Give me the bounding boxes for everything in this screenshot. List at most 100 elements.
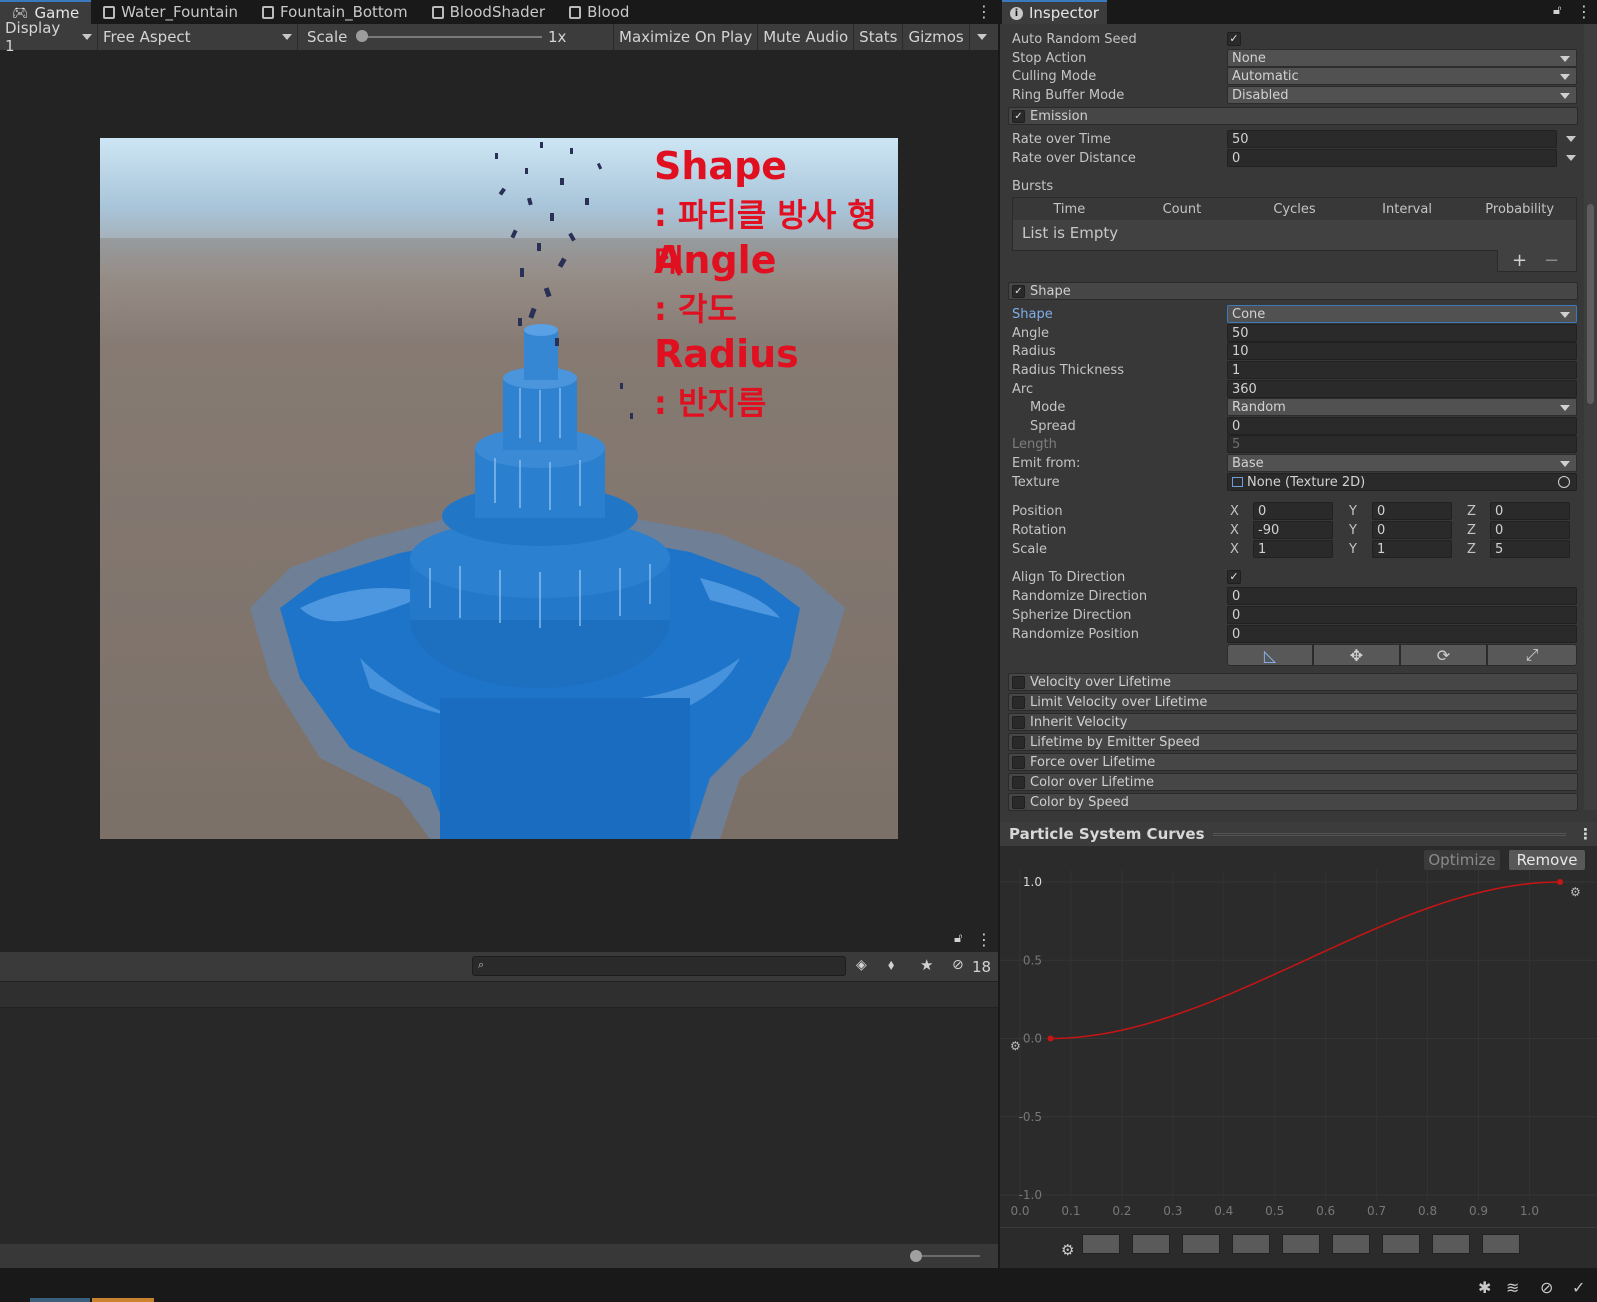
chevron-down-icon[interactable] bbox=[1566, 155, 1576, 161]
tab-blood[interactable]: Blood bbox=[557, 0, 641, 24]
emission-module-header[interactable]: ✓ Emission bbox=[1008, 107, 1578, 125]
gizmos-button[interactable]: Gizmos bbox=[903, 24, 970, 50]
tab-fountain-bottom[interactable]: Fountain_Bottom bbox=[250, 0, 420, 24]
radius-field[interactable]: 10 bbox=[1227, 342, 1577, 360]
preset-constant[interactable] bbox=[1082, 1234, 1120, 1254]
randomize-direction-field[interactable]: 0 bbox=[1227, 587, 1577, 605]
curve-editor[interactable]: ⚙ ⚙ 1.0 0.5 0.0 -0.5 -1.0 0.0 0.1 0.2 0.3 0.4 0.5… bbox=[1000, 870, 1597, 1230]
debug-bug-icon[interactable]: ✱ bbox=[1478, 1278, 1491, 1297]
curve-settings-icon[interactable]: ⚙ bbox=[1570, 885, 1581, 899]
scale-y-field[interactable]: 1 bbox=[1372, 540, 1452, 558]
aspect-dropdown[interactable]: Free Aspect bbox=[98, 24, 298, 50]
randomize-position-field[interactable]: 0 bbox=[1227, 625, 1577, 643]
mute-audio-button[interactable]: Mute Audio bbox=[758, 24, 855, 50]
edit-shape-button[interactable]: ◺ bbox=[1227, 644, 1313, 666]
module-checkbox[interactable] bbox=[1012, 715, 1025, 729]
module-checkbox[interactable] bbox=[1012, 775, 1025, 789]
maximize-on-play-button[interactable]: Maximize On Play bbox=[614, 24, 759, 50]
culling-mode-dropdown[interactable]: Automatic bbox=[1227, 67, 1577, 85]
remove-button[interactable]: Remove bbox=[1508, 849, 1586, 871]
preset-linear-down[interactable] bbox=[1182, 1234, 1220, 1254]
position-x-field[interactable]: 0 bbox=[1253, 502, 1333, 520]
preset-ease-in-down[interactable] bbox=[1282, 1234, 1320, 1254]
chevron-down-icon[interactable] bbox=[1566, 136, 1576, 142]
rotation-z-field[interactable]: 0 bbox=[1490, 521, 1570, 539]
gear-icon[interactable]: ⚙ bbox=[1061, 1241, 1074, 1259]
zoom-slider-handle[interactable] bbox=[910, 1250, 922, 1262]
preset-ease-in[interactable] bbox=[1232, 1234, 1270, 1254]
arc-spread-field[interactable]: 0 bbox=[1227, 417, 1577, 435]
filter-type-icon[interactable]: ◈ bbox=[856, 957, 867, 973]
texture-object-field[interactable]: None (Texture 2D) bbox=[1227, 473, 1577, 491]
preset-linear-up[interactable] bbox=[1132, 1234, 1170, 1254]
rate-over-distance-field[interactable]: 0 bbox=[1227, 149, 1557, 167]
curve-key-start[interactable] bbox=[1047, 1035, 1054, 1042]
hidden-packages-icon[interactable]: ⊘ bbox=[952, 957, 964, 973]
emit-from-dropdown[interactable]: Base bbox=[1227, 454, 1577, 472]
module-velocity-over-lifetime[interactable]: Velocity over Lifetime bbox=[1008, 673, 1578, 691]
auto-random-seed-checkbox[interactable]: ✓ bbox=[1227, 32, 1241, 46]
cache-server-icon[interactable]: ≋ bbox=[1506, 1278, 1519, 1297]
scrollbar-thumb[interactable] bbox=[1587, 204, 1594, 404]
preset-ease-in-out[interactable] bbox=[1432, 1234, 1470, 1254]
lock-icon[interactable]: 🔓︎ bbox=[1553, 3, 1561, 18]
display-dropdown[interactable]: Display 1 bbox=[0, 19, 98, 55]
scale-z-field[interactable]: 5 bbox=[1490, 540, 1570, 558]
scale-tool-button[interactable]: ⤢ bbox=[1487, 644, 1577, 666]
curve-settings-icon[interactable]: ⚙ bbox=[1010, 1039, 1021, 1053]
label-tag-icon[interactable]: ⬧ bbox=[888, 957, 894, 973]
scale-slider-handle[interactable] bbox=[356, 30, 368, 42]
module-checkbox[interactable] bbox=[1012, 735, 1025, 749]
module-inherit-velocity[interactable]: Inherit Velocity bbox=[1008, 713, 1578, 731]
module-force-over-lifetime[interactable]: Force over Lifetime bbox=[1008, 753, 1578, 771]
object-picker-icon[interactable] bbox=[1558, 476, 1570, 488]
module-checkbox[interactable] bbox=[1012, 675, 1025, 689]
more-options-icon[interactable]: ⋮ bbox=[976, 2, 992, 21]
shape-module-header[interactable]: ✓ Shape bbox=[1008, 282, 1578, 300]
scale-slider-track[interactable] bbox=[360, 36, 542, 38]
rotation-y-field[interactable]: 0 bbox=[1372, 521, 1452, 539]
tab-bloodshader[interactable]: BloodShader bbox=[420, 0, 557, 24]
tab-inspector[interactable]: i Inspector bbox=[1002, 0, 1107, 24]
stop-action-dropdown[interactable]: None bbox=[1227, 49, 1577, 67]
search-input[interactable]: ⌕ bbox=[472, 956, 846, 976]
module-checkbox[interactable] bbox=[1012, 795, 1025, 809]
radius-thickness-field[interactable]: 1 bbox=[1227, 361, 1577, 379]
rate-over-time-field[interactable]: 50 bbox=[1227, 130, 1557, 148]
ring-buffer-mode-dropdown[interactable]: Disabled bbox=[1227, 86, 1577, 104]
auto-generate-lighting-icon[interactable]: ⊘ bbox=[1540, 1278, 1553, 1297]
emission-enabled-checkbox[interactable]: ✓ bbox=[1012, 109, 1025, 123]
shape-type-dropdown[interactable]: Cone bbox=[1227, 305, 1577, 323]
tab-water-fountain[interactable]: Water_Fountain bbox=[91, 0, 250, 24]
rotate-tool-button[interactable]: ⟳ bbox=[1400, 644, 1487, 666]
more-options-icon[interactable]: ⋮ bbox=[1578, 825, 1593, 843]
check-circle-icon[interactable]: ✓ bbox=[1572, 1278, 1585, 1297]
add-icon[interactable]: + bbox=[1512, 250, 1527, 271]
inspector-scrollbar[interactable] bbox=[1584, 24, 1597, 810]
position-y-field[interactable]: 0 bbox=[1372, 502, 1452, 520]
spherize-direction-field[interactable]: 0 bbox=[1227, 606, 1577, 624]
scale-x-field[interactable]: 1 bbox=[1253, 540, 1333, 558]
preset-ease-in-out-down[interactable] bbox=[1482, 1234, 1520, 1254]
arc-mode-dropdown[interactable]: Random bbox=[1227, 398, 1577, 416]
module-checkbox[interactable] bbox=[1012, 695, 1025, 709]
favorite-star-icon[interactable]: ★ bbox=[920, 956, 933, 974]
module-limit-velocity-over-lifetime[interactable]: Limit Velocity over Lifetime bbox=[1008, 693, 1578, 711]
shape-enabled-checkbox[interactable]: ✓ bbox=[1012, 284, 1025, 298]
module-color-by-speed[interactable]: Color by Speed bbox=[1008, 793, 1578, 811]
remove-icon[interactable]: − bbox=[1544, 250, 1559, 271]
position-z-field[interactable]: 0 bbox=[1490, 502, 1570, 520]
angle-field[interactable]: 50 bbox=[1227, 324, 1577, 342]
more-options-icon[interactable]: ⋮ bbox=[1576, 2, 1592, 21]
gizmos-dropdown[interactable] bbox=[970, 24, 992, 50]
lock-icon[interactable]: 🔓︎ bbox=[954, 931, 962, 946]
align-to-direction-checkbox[interactable]: ✓ bbox=[1227, 570, 1241, 584]
rotation-x-field[interactable]: -90 bbox=[1253, 521, 1333, 539]
move-tool-button[interactable]: ✥ bbox=[1313, 644, 1400, 666]
zoom-slider-track[interactable] bbox=[916, 1255, 980, 1257]
preset-ease-out[interactable] bbox=[1332, 1234, 1370, 1254]
module-lifetime-by-emitter-speed[interactable]: Lifetime by Emitter Speed bbox=[1008, 733, 1578, 751]
optimize-button[interactable]: Optimize bbox=[1423, 849, 1501, 871]
game-viewport[interactable]: Shape : 파티클 방사 형태 Angle : 각도 Radius : 반지… bbox=[100, 138, 898, 839]
preset-ease-out-down[interactable] bbox=[1382, 1234, 1420, 1254]
